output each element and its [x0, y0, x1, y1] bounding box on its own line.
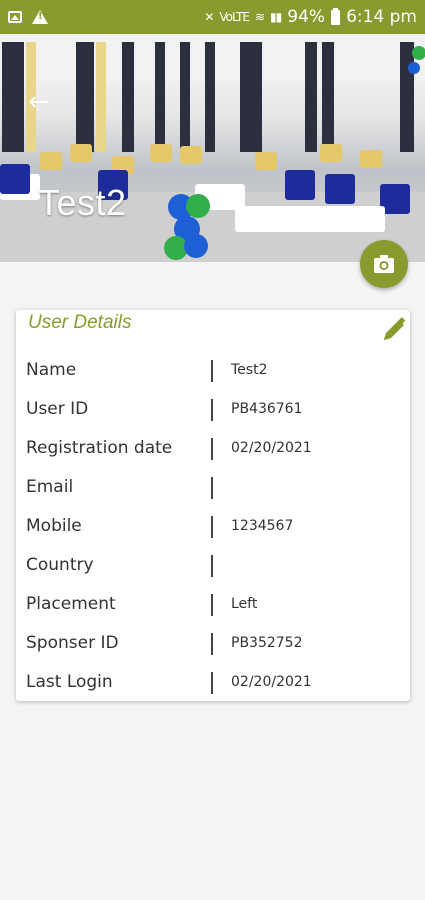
detail-row-registration-date: Registration date 02/20/2021: [16, 435, 410, 465]
signal-icon: ▮▮: [270, 10, 282, 24]
battery-icon: [331, 7, 341, 25]
warning-icon: [32, 10, 48, 24]
divider: [211, 672, 213, 694]
divider: [211, 555, 213, 577]
back-arrow-icon[interactable]: ←: [28, 89, 52, 115]
pencil-icon: [384, 317, 406, 340]
divider: [211, 594, 213, 616]
detail-value: 02/20/2021: [231, 674, 312, 690]
battery-percent: 94%: [287, 7, 326, 27]
detail-row-mobile: Mobile 1234567: [16, 513, 410, 543]
detail-row-last-login: Last Login 02/20/2021: [16, 669, 410, 699]
detail-label: Mobile: [26, 516, 82, 536]
divider: [211, 516, 213, 538]
detail-label: Country: [26, 555, 94, 575]
page-title: Test2: [38, 182, 127, 223]
detail-label: Email: [26, 477, 74, 497]
status-bar: ✕ VoLTE ≋ ▮▮ 94% 6:14 pm: [0, 0, 425, 34]
detail-label: User ID: [26, 399, 89, 419]
detail-value: 02/20/2021: [231, 440, 312, 456]
detail-value: PB436761: [231, 401, 303, 417]
clock: 6:14 pm: [346, 7, 417, 27]
detail-value: Test2: [231, 362, 268, 378]
detail-label: Placement: [26, 594, 116, 614]
divider: [211, 399, 213, 421]
user-details-card: User Details Name Test2 User ID PB436761…: [16, 310, 410, 701]
detail-row-placement: Placement Left: [16, 591, 410, 621]
divider: [211, 360, 213, 382]
detail-row-email: Email: [16, 474, 410, 504]
volte-label: VoLTE: [219, 10, 250, 24]
card-title: User Details: [28, 312, 132, 333]
detail-row-user-id: User ID PB436761: [16, 396, 410, 426]
divider: [211, 633, 213, 655]
camera-icon: [374, 255, 394, 273]
detail-row-sponser-id: Sponser ID PB352752: [16, 630, 410, 660]
detail-label: Registration date: [26, 438, 173, 458]
wifi-icon: ≋: [254, 10, 265, 24]
edit-button[interactable]: [380, 316, 408, 346]
divider: [211, 477, 213, 499]
divider: [211, 438, 213, 460]
image-notification-icon: [8, 11, 22, 23]
header-photo: ← Test2: [0, 34, 425, 262]
change-photo-button[interactable]: [360, 240, 408, 288]
detail-row-name: Name Test2: [16, 357, 410, 387]
detail-value: PB352752: [231, 635, 303, 651]
detail-value: 1234567: [231, 518, 294, 534]
detail-label: Sponser ID: [26, 633, 119, 653]
detail-value: Left: [231, 596, 258, 612]
mute-icon: ✕: [204, 10, 214, 24]
detail-label: Last Login: [26, 672, 113, 692]
detail-label: Name: [26, 360, 77, 380]
detail-row-country: Country: [16, 552, 410, 582]
